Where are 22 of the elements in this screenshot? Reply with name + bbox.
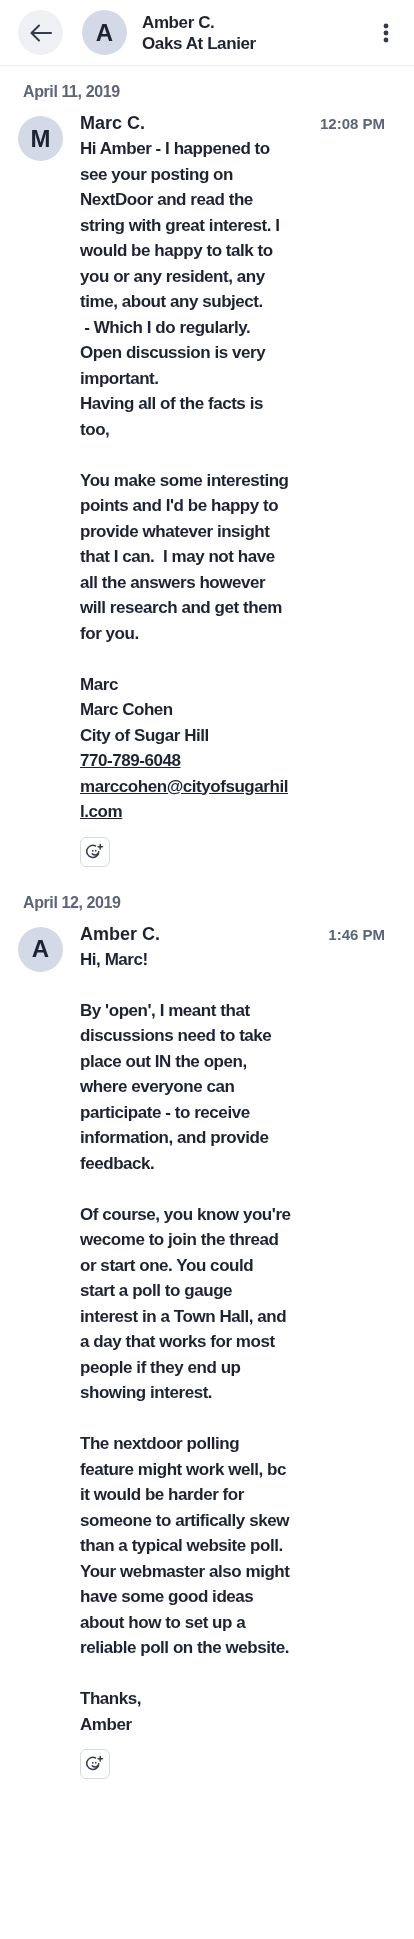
message-time: 1:46 PM bbox=[328, 924, 385, 945]
message-text: Hi, Marc! By 'open', I meant that discussions need to take place out IN the open, where everyone can participate - to receive information, and provide feedback. Of course, you know you're wecome to join the thread or start one. You could start a poll to gauge interest in a Town Hall, and a day that works for most people if they end up showing interest. The nextdoor polling feature might work well, bc it would be harder for someone to artifically skew than a typical website poll. Your webmaster also might have some good ideas about how to set up a reliable poll on the website. Thanks, Amber bbox=[80, 948, 292, 1736]
add-reaction-icon bbox=[86, 842, 104, 861]
sender-name: Marc C. bbox=[80, 112, 146, 135]
message-time: 12:08 PM bbox=[319, 114, 385, 134]
date-heading: April 11, 2019 bbox=[22, 82, 121, 102]
more-icon bbox=[383, 22, 389, 43]
message-link[interactable]: 770-789-6048 bbox=[80, 748, 292, 774]
sender-name: Amber C. bbox=[80, 922, 160, 946]
add-reaction-button[interactable] bbox=[80, 1749, 110, 1779]
contact-avatar[interactable]: A bbox=[82, 10, 127, 55]
avatar[interactable]: A bbox=[18, 926, 63, 972]
add-reaction-button[interactable] bbox=[80, 836, 110, 867]
contact-neighborhood: Oaks At Lanier bbox=[142, 32, 257, 54]
message-link[interactable]: marccohen@cityofsugarhill.com bbox=[80, 773, 292, 825]
add-reaction-icon bbox=[86, 1755, 104, 1773]
back-button[interactable] bbox=[18, 10, 63, 55]
avatar[interactable]: M bbox=[18, 116, 63, 161]
back-arrow-icon bbox=[29, 23, 52, 42]
message-text: Hi Amber - I happened to see your posting on NextDoor and read the string with great interest. I would be happy to talk to you or any resident, any time, about any subject. - Which I do regularly. Open discussion is very important. Having all of the facts is too, You make some interesting points and I'd be happy to provide whatever insight that I can. I may not have all the answers however will research and get them for you. Marc Marc Cohen City of Sugar Hill bbox=[80, 138, 290, 747]
date-heading: April 12, 2019 bbox=[22, 892, 122, 913]
contact-name: Amber C. bbox=[142, 11, 216, 33]
